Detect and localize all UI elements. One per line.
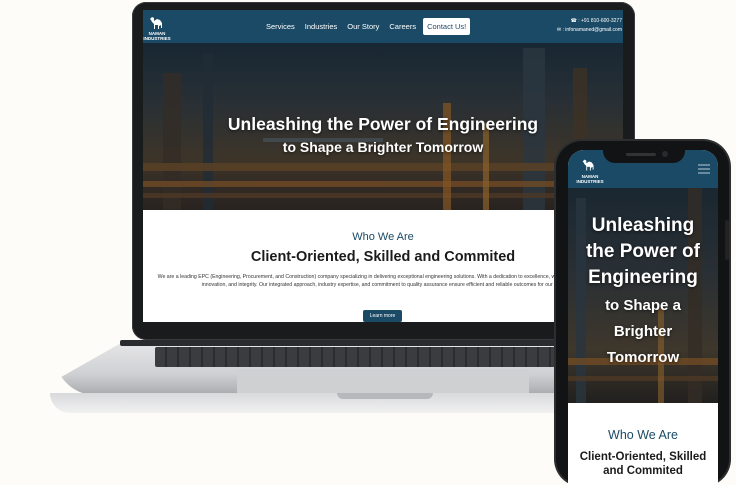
mobile-hero-line5: Brighter [613,323,673,340]
mobile-hero-line6: Tomorrow [606,349,680,366]
camel-logo-icon-mobile[interactable] [579,156,599,176]
mobile-hero-banner: Unleashing the Power of Engineering to S… [568,188,718,403]
laptop-keyboard [155,347,565,367]
phone-speaker [626,153,656,156]
brand-logo-text-mobile: NAMAN INDUSTRIES [576,174,604,184]
mobile-about-eyebrow: Who We Are [608,428,678,442]
mobile-about-section: Who We Are Client-Oriented, Skilled and … [568,403,718,485]
mobile-hero-line1: Unleashing [591,215,695,236]
phone-camera [662,151,668,157]
brand-logo-text: NAMAN INDUSTRIES [143,31,171,41]
mobile-hero-line3: Engineering [588,267,698,288]
mobile-about-heading-line1: Client-Oriented, Skilled [579,451,707,463]
phone-contact[interactable]: ☎ : +91 810-600-3277 [571,18,622,24]
about-eyebrow: Who We Are [352,231,414,243]
phone-side-button [725,220,729,260]
nav-links: Services Industries Our Story Careers Co… [261,18,471,35]
hero-title-line1: Unleashing the Power of Engineering [227,114,539,134]
about-section: Who We Are Client-Oriented, Skilled and … [143,210,623,322]
nav-careers[interactable]: Careers [384,18,421,35]
hamburger-menu-icon[interactable] [698,164,710,174]
site-navbar: NAMAN INDUSTRIES Services Industries Our… [143,10,623,43]
mobile-hero-line4: to Shape a [605,297,681,314]
phone-notch [603,141,685,163]
email-contact[interactable]: ✉ : infonamaned@gmail.com [557,27,622,33]
learn-more-button[interactable]: Learn more [363,310,402,322]
about-description: We are a leading EPC (Engineering, Procu… [157,274,615,288]
mobile-about-heading-line2: and Commited [603,465,683,477]
contact-us-button[interactable]: Contact Us! [423,18,471,35]
nav-services[interactable]: Services [261,18,300,35]
mobile-hero-line2: the Power of [585,241,700,262]
hero-title-line2: to Shape a Brighter Tomorrow [282,139,484,155]
laptop-trackpad [237,369,529,396]
email-address: infonamaned@gmail.com [565,27,622,33]
about-heading: Client-Oriented, Skilled and Commited [250,249,516,265]
laptop-lid-notch [337,393,433,399]
nav-industries[interactable]: Industries [300,18,343,35]
phone-icon: ☎ : [570,18,581,24]
phone-number: +91 810-600-3277 [580,18,622,24]
laptop-screen: NAMAN INDUSTRIES Services Industries Our… [143,10,623,322]
phone-screen: NAMAN INDUSTRIES Unleashing the Power of… [568,150,718,485]
mail-icon: ✉ : [556,27,566,33]
hero-banner: Unleashing the Power of Engineering to S… [143,43,623,210]
nav-our-story[interactable]: Our Story [342,18,384,35]
